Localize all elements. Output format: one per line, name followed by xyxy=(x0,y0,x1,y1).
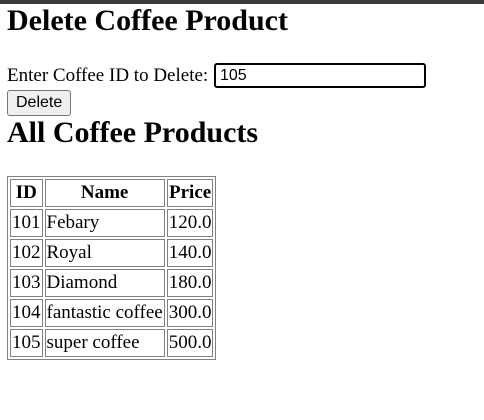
delete-form: Enter Coffee ID to Delete: Delete xyxy=(7,63,484,117)
cell-name: super coffee xyxy=(44,329,165,358)
coffee-id-input[interactable] xyxy=(213,63,426,89)
table-row: 101 Febary 120.0 xyxy=(10,209,214,238)
table-row: 104 fantastic coffee 300.0 xyxy=(10,299,214,328)
cell-name: Diamond xyxy=(44,269,165,298)
cell-id: 105 xyxy=(10,329,43,358)
table-header-row: ID Name Price xyxy=(10,179,214,208)
cell-name: Royal xyxy=(44,239,165,268)
column-header-price: Price xyxy=(166,179,214,208)
all-products-heading: All Coffee Products xyxy=(7,116,259,150)
coffee-products-table: ID Name Price 101 Febary 120.0 102 Royal… xyxy=(7,176,217,361)
cell-price: 500.0 xyxy=(166,329,214,358)
cell-id: 104 xyxy=(10,299,43,328)
table-row: 105 super coffee 500.0 xyxy=(10,329,214,358)
cell-name: Febary xyxy=(44,209,165,238)
delete-heading: Delete Coffee Product xyxy=(7,4,288,37)
cell-price: 140.0 xyxy=(166,239,214,268)
cell-price: 120.0 xyxy=(166,209,214,238)
cell-id: 103 xyxy=(10,269,43,298)
column-header-name: Name xyxy=(44,179,165,208)
cell-id: 101 xyxy=(10,209,43,238)
delete-button[interactable]: Delete xyxy=(7,90,72,117)
cell-name: fantastic coffee xyxy=(44,299,165,328)
table-row: 103 Diamond 180.0 xyxy=(10,269,214,298)
cell-price: 300.0 xyxy=(166,299,214,328)
column-header-id: ID xyxy=(10,179,43,208)
coffee-id-label: Enter Coffee ID to Delete: xyxy=(7,65,209,87)
table-row: 102 Royal 140.0 xyxy=(10,239,214,268)
cell-price: 180.0 xyxy=(166,269,214,298)
cell-id: 102 xyxy=(10,239,43,268)
page-content: Delete Coffee Product Enter Coffee ID to… xyxy=(7,4,484,361)
